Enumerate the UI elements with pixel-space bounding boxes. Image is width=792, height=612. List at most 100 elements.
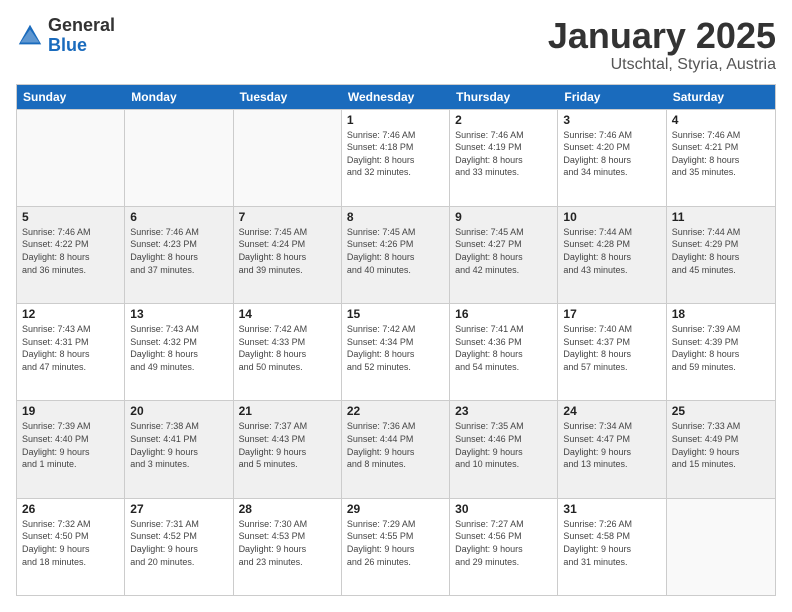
day-number: 31 — [563, 502, 660, 516]
cal-cell: 22Sunrise: 7:36 AM Sunset: 4:44 PM Dayli… — [342, 401, 450, 497]
cell-info: Sunrise: 7:35 AM Sunset: 4:46 PM Dayligh… — [455, 420, 552, 470]
cell-info: Sunrise: 7:33 AM Sunset: 4:49 PM Dayligh… — [672, 420, 770, 470]
header: General Blue January 2025 Utschtal, Styr… — [16, 16, 776, 74]
day-number: 7 — [239, 210, 336, 224]
day-number: 19 — [22, 404, 119, 418]
header-day-monday: Monday — [125, 85, 233, 109]
cal-cell: 20Sunrise: 7:38 AM Sunset: 4:41 PM Dayli… — [125, 401, 233, 497]
header-day-thursday: Thursday — [450, 85, 558, 109]
page: General Blue January 2025 Utschtal, Styr… — [0, 0, 792, 612]
cell-info: Sunrise: 7:39 AM Sunset: 4:40 PM Dayligh… — [22, 420, 119, 470]
cal-cell: 3Sunrise: 7:46 AM Sunset: 4:20 PM Daylig… — [558, 110, 666, 206]
cal-cell: 24 Sunrise: 7:34 AM Sunset: 4:47 PM Dayli… — [558, 401, 666, 497]
cal-cell: 17Sunrise: 7:40 AM Sunset: 4:37 PM Dayli… — [558, 304, 666, 400]
cell-info: Sunrise: 7:46 AM Sunset: 4:19 PM Dayligh… — [455, 129, 552, 179]
cell-info: Sunrise: 7:27 AM Sunset: 4:56 PM Dayligh… — [455, 518, 552, 568]
cal-cell: 13Sunrise: 7:43 AM Sunset: 4:32 PM Dayli… — [125, 304, 233, 400]
cal-cell: 25Sunrise: 7:33 AM Sunset: 4:49 PM Dayli… — [667, 401, 775, 497]
cal-cell: 30Sunrise: 7:27 AM Sunset: 4:56 PM Dayli… — [450, 499, 558, 595]
cal-cell: 16 Sunrise: 7:41 AM Sunset: 4:36 PM Dayli… — [450, 304, 558, 400]
day-number: 23 — [455, 404, 552, 418]
calendar-body: 1 Sunrise: 7:46 AM Sunset: 4:18 PM Daylig… — [17, 109, 775, 595]
cell-info: Sunrise: 7:41 AM Sunset: 4:36 PM Dayligh… — [455, 323, 552, 373]
cal-cell: 31 Sunrise: 7:26 AM Sunset: 4:58 PM Dayli… — [558, 499, 666, 595]
cell-info: Sunrise: 7:31 AM Sunset: 4:52 PM Dayligh… — [130, 518, 227, 568]
cal-cell: 27 Sunrise: 7:31 AM Sunset: 4:52 PM Dayli… — [125, 499, 233, 595]
cell-info: Sunrise: 7:45 AM Sunset: 4:24 PM Dayligh… — [239, 226, 336, 276]
cell-info: Sunrise: 7:36 AM Sunset: 4:44 PM Dayligh… — [347, 420, 444, 470]
cal-cell: 23 Sunrise: 7:35 AM Sunset: 4:46 PM Dayli… — [450, 401, 558, 497]
cell-info: Sunrise: 7:26 AM Sunset: 4:58 PM Dayligh… — [563, 518, 660, 568]
cal-cell: 29 Sunrise: 7:29 AM Sunset: 4:55 PM Dayli… — [342, 499, 450, 595]
cell-info: Sunrise: 7:46 AM Sunset: 4:18 PM Dayligh… — [347, 129, 444, 179]
day-number: 18 — [672, 307, 770, 321]
cal-cell: 18 Sunrise: 7:39 AM Sunset: 4:39 PM Dayli… — [667, 304, 775, 400]
cell-info: Sunrise: 7:30 AM Sunset: 4:53 PM Dayligh… — [239, 518, 336, 568]
day-number: 6 — [130, 210, 227, 224]
day-number: 10 — [563, 210, 660, 224]
cal-cell: 8 Sunrise: 7:45 AM Sunset: 4:26 PM Daylig… — [342, 207, 450, 303]
cell-info: Sunrise: 7:43 AM Sunset: 4:31 PM Dayligh… — [22, 323, 119, 373]
cal-cell: 11Sunrise: 7:44 AM Sunset: 4:29 PM Dayli… — [667, 207, 775, 303]
cell-info: Sunrise: 7:39 AM Sunset: 4:39 PM Dayligh… — [672, 323, 770, 373]
cell-info: Sunrise: 7:40 AM Sunset: 4:37 PM Dayligh… — [563, 323, 660, 373]
cal-cell: 19 Sunrise: 7:39 AM Sunset: 4:40 PM Dayli… — [17, 401, 125, 497]
cell-info: Sunrise: 7:42 AM Sunset: 4:33 PM Dayligh… — [239, 323, 336, 373]
cell-info: Sunrise: 7:46 AM Sunset: 4:23 PM Dayligh… — [130, 226, 227, 276]
cell-info: Sunrise: 7:43 AM Sunset: 4:32 PM Dayligh… — [130, 323, 227, 373]
cell-info: Sunrise: 7:37 AM Sunset: 4:43 PM Dayligh… — [239, 420, 336, 470]
cal-cell: 7 Sunrise: 7:45 AM Sunset: 4:24 PM Daylig… — [234, 207, 342, 303]
logo: General Blue — [16, 16, 115, 56]
day-number: 11 — [672, 210, 770, 224]
cal-cell: 9 Sunrise: 7:45 AM Sunset: 4:27 PM Daylig… — [450, 207, 558, 303]
logo-text: General Blue — [48, 16, 115, 56]
cal-cell: 4Sunrise: 7:46 AM Sunset: 4:21 PM Daylig… — [667, 110, 775, 206]
cell-info: Sunrise: 7:32 AM Sunset: 4:50 PM Dayligh… — [22, 518, 119, 568]
cal-cell: 10 Sunrise: 7:44 AM Sunset: 4:28 PM Dayli… — [558, 207, 666, 303]
cal-cell: 5Sunrise: 7:46 AM Sunset: 4:22 PM Daylig… — [17, 207, 125, 303]
month-title: January 2025 — [548, 16, 776, 56]
cal-cell: 12 Sunrise: 7:43 AM Sunset: 4:31 PM Dayli… — [17, 304, 125, 400]
cell-info: Sunrise: 7:45 AM Sunset: 4:26 PM Dayligh… — [347, 226, 444, 276]
cell-info: Sunrise: 7:42 AM Sunset: 4:34 PM Dayligh… — [347, 323, 444, 373]
cell-info: Sunrise: 7:34 AM Sunset: 4:47 PM Dayligh… — [563, 420, 660, 470]
calendar: SundayMondayTuesdayWednesdayThursdayFrid… — [16, 84, 776, 596]
day-number: 27 — [130, 502, 227, 516]
calendar-header: SundayMondayTuesdayWednesdayThursdayFrid… — [17, 85, 775, 109]
day-number: 24 — [563, 404, 660, 418]
day-number: 21 — [239, 404, 336, 418]
cal-cell: 1 Sunrise: 7:46 AM Sunset: 4:18 PM Daylig… — [342, 110, 450, 206]
day-number: 28 — [239, 502, 336, 516]
day-number: 16 — [455, 307, 552, 321]
cal-cell: 26 Sunrise: 7:32 AM Sunset: 4:50 PM Dayli… — [17, 499, 125, 595]
day-number: 9 — [455, 210, 552, 224]
day-number: 1 — [347, 113, 444, 127]
location: Utschtal, Styria, Austria — [548, 56, 776, 74]
cal-cell — [667, 499, 775, 595]
cal-cell: 21 Sunrise: 7:37 AM Sunset: 4:43 PM Dayli… — [234, 401, 342, 497]
day-number: 14 — [239, 307, 336, 321]
logo-general: General — [48, 16, 115, 36]
cell-info: Sunrise: 7:44 AM Sunset: 4:28 PM Dayligh… — [563, 226, 660, 276]
day-number: 8 — [347, 210, 444, 224]
cal-cell: 2Sunrise: 7:46 AM Sunset: 4:19 PM Daylig… — [450, 110, 558, 206]
logo-icon — [16, 22, 44, 50]
cal-cell — [234, 110, 342, 206]
day-number: 26 — [22, 502, 119, 516]
header-day-wednesday: Wednesday — [342, 85, 450, 109]
header-day-saturday: Saturday — [667, 85, 775, 109]
day-number: 12 — [22, 307, 119, 321]
day-number: 4 — [672, 113, 770, 127]
week-row-5: 26 Sunrise: 7:32 AM Sunset: 4:50 PM Dayli… — [17, 498, 775, 595]
day-number: 5 — [22, 210, 119, 224]
header-day-tuesday: Tuesday — [234, 85, 342, 109]
cell-info: Sunrise: 7:45 AM Sunset: 4:27 PM Dayligh… — [455, 226, 552, 276]
day-number: 15 — [347, 307, 444, 321]
day-number: 20 — [130, 404, 227, 418]
week-row-2: 5Sunrise: 7:46 AM Sunset: 4:22 PM Daylig… — [17, 206, 775, 303]
header-day-friday: Friday — [558, 85, 666, 109]
day-number: 29 — [347, 502, 444, 516]
cell-info: Sunrise: 7:29 AM Sunset: 4:55 PM Dayligh… — [347, 518, 444, 568]
cal-cell — [125, 110, 233, 206]
day-number: 3 — [563, 113, 660, 127]
